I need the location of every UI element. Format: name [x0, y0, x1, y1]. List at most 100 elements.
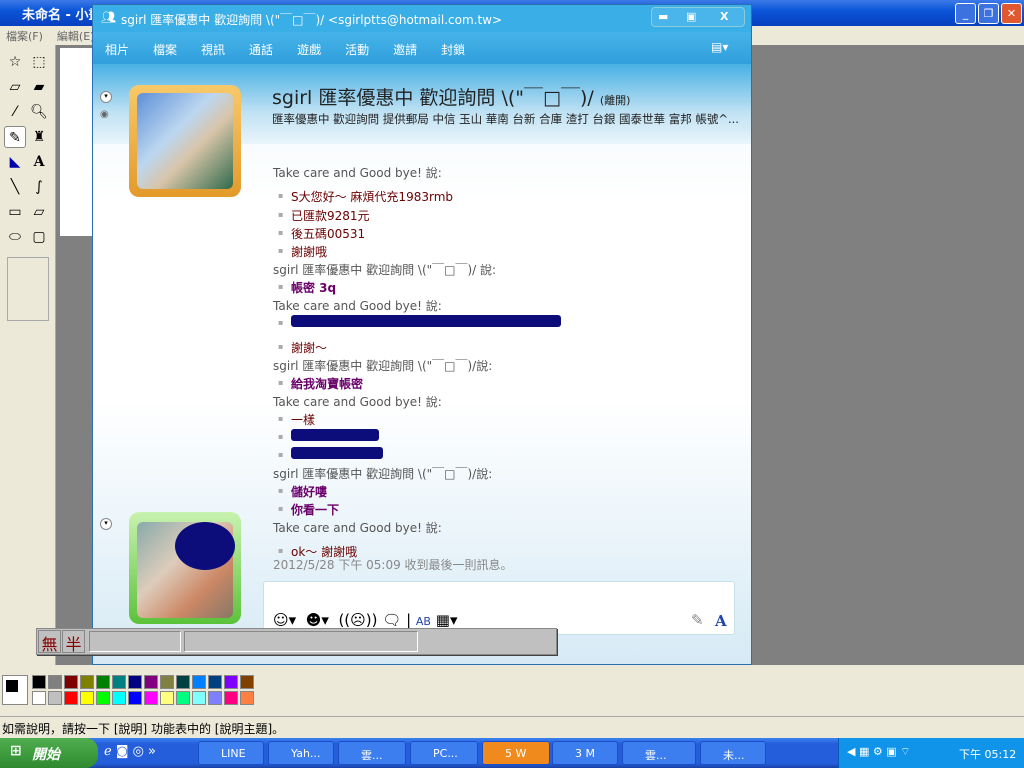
webcam-icon[interactable]: ◉ [100, 109, 109, 120]
quicklaunch-icons[interactable]: ℯ ◙ ◎ » [104, 744, 156, 759]
message-line: 謝謝〜 [273, 339, 327, 356]
taskbar-item[interactable]: 未... [700, 741, 766, 765]
system-tray: ◀ ▦ ⚙ ▣ ⌔ 下午 05:12 [838, 738, 1024, 768]
palette-color-swatch[interactable] [96, 675, 110, 689]
line-icon[interactable]: ╲ [4, 176, 26, 198]
palette-color-swatch[interactable] [208, 691, 222, 705]
palette-color-swatch[interactable] [240, 675, 254, 689]
palette-color-swatch[interactable] [224, 675, 238, 689]
nudge-button[interactable]: ((☹)) [338, 611, 377, 629]
paint-minimize-button[interactable]: _ [955, 3, 976, 24]
palette-color-swatch[interactable] [32, 691, 46, 705]
menu-video[interactable]: 視訊 [201, 43, 225, 57]
airbrush-icon[interactable]: ◣ [4, 151, 26, 173]
current-colors [2, 675, 28, 705]
pencil-icon[interactable]: ✎ [4, 126, 26, 148]
magnifier-icon[interactable]: 🔍︎ [28, 101, 50, 123]
palette-color-swatch[interactable] [208, 675, 222, 689]
palette-color-swatch[interactable] [224, 691, 238, 705]
palette-color-swatch[interactable] [176, 675, 190, 689]
voice-clip-button[interactable]: 🗨︎ [382, 611, 401, 629]
palette-color-swatch[interactable] [64, 675, 78, 689]
text-icon[interactable]: A [28, 151, 50, 173]
palette-color-swatch[interactable] [32, 675, 46, 689]
picker-icon[interactable]: ⁄ [4, 101, 26, 123]
palette-color-swatch[interactable] [128, 691, 142, 705]
ime-field-1 [89, 631, 181, 652]
message-line: 你看一下 [273, 501, 339, 518]
palette-color-swatch[interactable] [96, 691, 110, 705]
contact-avatar[interactable] [129, 85, 241, 197]
menu-block[interactable]: 封鎖 [441, 43, 465, 57]
palette-color-swatch[interactable] [64, 691, 78, 705]
rectangle-icon[interactable]: ▭ [4, 201, 26, 223]
palette-color-swatch[interactable] [144, 691, 158, 705]
ime-mode-button[interactable]: 無 [38, 630, 61, 654]
tray-icons[interactable]: ◀ ▦ ⚙ ▣ ⌔ [847, 745, 910, 759]
handwriting-icon[interactable]: ✎ [691, 611, 704, 629]
msn-menu-bar: 相片 檔案 視訊 通話 遊戲 活動 邀請 封鎖 ▤▾ [93, 32, 751, 64]
taskbar-item[interactable]: 3 M [552, 741, 618, 765]
start-button[interactable]: ⊞ 開始 [0, 738, 98, 768]
taskbar-item[interactable]: 雲... [622, 741, 696, 765]
palette-color-swatch[interactable] [240, 691, 254, 705]
rounded-rect-icon[interactable]: ▢ [28, 226, 50, 248]
collapse-icon[interactable]: ▾ [100, 91, 112, 103]
palette-color-swatch[interactable] [160, 691, 174, 705]
menu-file[interactable]: 檔案(F) [6, 30, 43, 43]
palette-color-swatch[interactable] [192, 691, 206, 705]
palette-color-swatch[interactable] [192, 675, 206, 689]
emoticon-button[interactable]: ☺▾ [273, 611, 296, 629]
msn-minimize-button[interactable]: ▬ [658, 10, 668, 23]
rect-select-icon[interactable]: ⬚ [28, 51, 50, 73]
sender-line: sgirl 匯率優惠中 歡迎詢問 \("￣□￣)/說: [273, 467, 493, 481]
menu-files[interactable]: 檔案 [153, 43, 177, 57]
palette-color-swatch[interactable] [144, 675, 158, 689]
menu-edit[interactable]: 編輯(E) [57, 30, 95, 43]
paint-canvas[interactable] [60, 48, 92, 236]
curve-icon[interactable]: ∫ [28, 176, 50, 198]
palette-color-swatch[interactable] [80, 675, 94, 689]
own-avatar[interactable] [129, 512, 241, 624]
palette-color-swatch[interactable] [160, 675, 174, 689]
taskbar-item[interactable]: Yah... [268, 741, 334, 765]
menu-activities[interactable]: 活動 [345, 43, 369, 57]
palette-color-swatch[interactable] [48, 691, 62, 705]
palette-color-swatch[interactable] [176, 691, 190, 705]
taskbar-item[interactable]: PC... [410, 741, 478, 765]
palette-color-swatch[interactable] [112, 691, 126, 705]
palette-color-swatch[interactable] [48, 675, 62, 689]
collapse-own-icon[interactable]: ▾ [100, 518, 112, 530]
brush-icon[interactable]: ♜ [28, 126, 50, 148]
polygon-icon[interactable]: ▱ [28, 201, 50, 223]
menu-games[interactable]: 遊戲 [297, 43, 321, 57]
menu-invite[interactable]: 邀請 [393, 43, 417, 57]
msn-close-button[interactable]: X [720, 10, 728, 23]
msn-icon: 👥︎ [101, 10, 117, 24]
palette-color-swatch[interactable] [112, 675, 126, 689]
taskbar-item[interactable]: 雲... [338, 741, 406, 765]
eraser-icon[interactable]: ▱ [4, 76, 26, 98]
ime-width-button[interactable]: 半 [62, 630, 85, 654]
paint-close-button[interactable]: ✕ [1001, 3, 1022, 24]
msn-maximize-button[interactable]: ▣ [686, 10, 696, 23]
font-button[interactable]: AB [416, 615, 431, 628]
paint-maximize-button[interactable]: ❐ [978, 3, 999, 24]
background-button[interactable]: ▦▾ [436, 611, 458, 629]
paint-status-bar: 如需說明，請按一下 [說明] 功能表中的 [說明主題]。 [0, 716, 1024, 738]
free-select-icon[interactable]: ☆ [4, 51, 26, 73]
wink-button[interactable]: ☻▾ [306, 611, 329, 629]
fill-icon[interactable]: ▰ [28, 76, 50, 98]
menu-photos[interactable]: 相片 [105, 43, 129, 57]
tool-options[interactable] [7, 257, 49, 321]
palette-color-swatch[interactable] [80, 691, 94, 705]
taskbar-item[interactable]: 5 W [482, 741, 550, 765]
menu-call[interactable]: 通話 [249, 43, 273, 57]
sender-line: sgirl 匯率優惠中 歡迎詢問 \("￣□￣)/ 說: [273, 263, 497, 277]
contact-status: (離開) [599, 94, 631, 107]
taskbar-item[interactable]: LINE [198, 741, 264, 765]
ellipse-icon[interactable]: ⬭ [4, 226, 26, 248]
menu-options-icon[interactable]: ▤▾ [711, 40, 728, 54]
palette-color-swatch[interactable] [128, 675, 142, 689]
text-mode-icon[interactable]: A [715, 612, 727, 630]
